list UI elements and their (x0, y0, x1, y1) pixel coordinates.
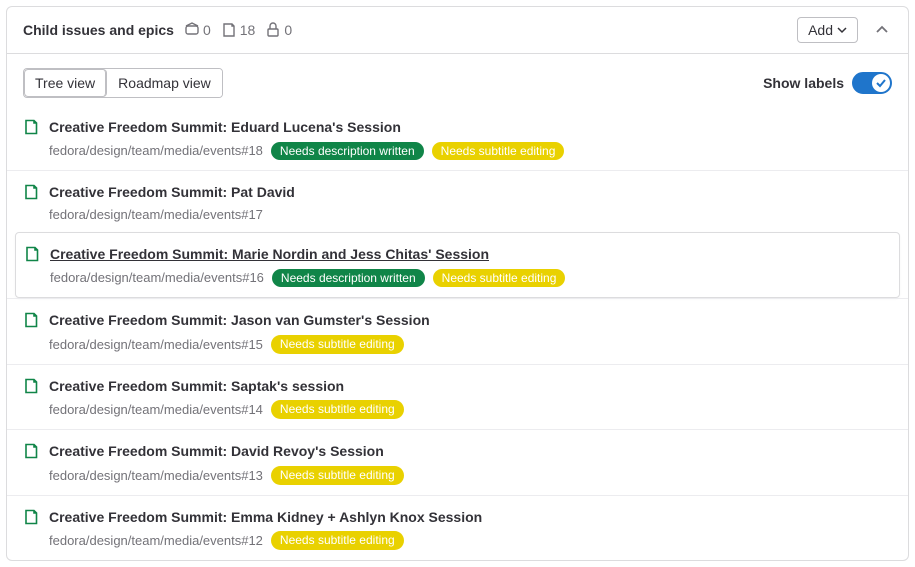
issue-item[interactable]: Creative Freedom Summit: Saptak's sessio… (7, 364, 908, 429)
show-labels-control: Show labels (763, 72, 892, 94)
issue-open-icon (23, 509, 39, 525)
tab-tree-view[interactable]: Tree view (24, 69, 107, 97)
issue-ref[interactable]: fedora/design/team/media/events#13 (49, 468, 263, 483)
issue-meta: fedora/design/team/media/events#18 Needs … (49, 142, 892, 161)
label-needs-subtitle[interactable]: Needs subtitle editing (433, 269, 566, 288)
epic-count-value: 0 (203, 22, 211, 38)
issue-ref[interactable]: fedora/design/team/media/events#14 (49, 402, 263, 417)
label-needs-subtitle[interactable]: Needs subtitle editing (271, 531, 404, 550)
issue-title[interactable]: Creative Freedom Summit: Marie Nordin an… (50, 246, 489, 262)
issue-title[interactable]: Creative Freedom Summit: Emma Kidney + A… (49, 509, 482, 525)
issue-item[interactable]: Creative Freedom Summit: Marie Nordin an… (15, 232, 900, 298)
issue-open-icon (23, 312, 39, 328)
issue-body: Creative Freedom Summit: Saptak's sessio… (49, 377, 892, 419)
issue-body: Creative Freedom Summit: David Revoy's S… (49, 442, 892, 484)
collapse-button[interactable] (872, 20, 892, 40)
issue-list: Creative Freedom Summit: Eduard Lucena's… (7, 106, 908, 560)
panel-title: Child issues and epics (23, 22, 174, 38)
issue-meta: fedora/design/team/media/events#12 Needs … (49, 531, 892, 550)
label-needs-description[interactable]: Needs description written (271, 142, 424, 161)
issue-body: Creative Freedom Summit: Marie Nordin an… (50, 245, 891, 287)
closed-count-value: 0 (284, 22, 292, 38)
issue-meta: fedora/design/team/media/events#15 Needs … (49, 335, 892, 354)
issue-meta: fedora/design/team/media/events#13 Needs … (49, 466, 892, 485)
issue-title[interactable]: Creative Freedom Summit: Pat David (49, 184, 295, 200)
issue-item[interactable]: Creative Freedom Summit: Eduard Lucena's… (7, 106, 908, 170)
issue-open-icon (23, 443, 39, 459)
label-needs-subtitle[interactable]: Needs subtitle editing (432, 142, 565, 161)
closed-count[interactable]: 0 (265, 22, 292, 38)
toggle-knob (872, 74, 890, 92)
issue-meta: fedora/design/team/media/events#14 Needs … (49, 400, 892, 419)
issue-body: Creative Freedom Summit: Pat David fedora… (49, 183, 892, 222)
issue-body: Creative Freedom Summit: Eduard Lucena's… (49, 118, 892, 160)
issue-title[interactable]: Creative Freedom Summit: Saptak's sessio… (49, 378, 344, 394)
panel-header: Child issues and epics 0 18 0 Add (7, 7, 908, 54)
issue-ref[interactable]: fedora/design/team/media/events#18 (49, 143, 263, 158)
add-button[interactable]: Add (797, 17, 858, 43)
label-needs-subtitle[interactable]: Needs subtitle editing (271, 466, 404, 485)
toolbar: Tree view Roadmap view Show labels (7, 54, 908, 106)
label-needs-description[interactable]: Needs description written (272, 269, 425, 288)
issue-ref[interactable]: fedora/design/team/media/events#12 (49, 533, 263, 548)
issue-ref[interactable]: fedora/design/team/media/events#16 (50, 270, 264, 285)
issue-open-icon (23, 119, 39, 135)
view-tabs: Tree view Roadmap view (23, 68, 223, 98)
show-labels-toggle[interactable] (852, 72, 892, 94)
check-icon (876, 78, 886, 88)
issue-body: Creative Freedom Summit: Jason van Gumst… (49, 311, 892, 353)
issue-meta: fedora/design/team/media/events#16 Needs … (50, 269, 891, 288)
issue-title[interactable]: Creative Freedom Summit: David Revoy's S… (49, 443, 384, 459)
issue-meta: fedora/design/team/media/events#17 (49, 207, 892, 222)
issue-count[interactable]: 18 (221, 22, 256, 38)
issue-title[interactable]: Creative Freedom Summit: Jason van Gumst… (49, 312, 430, 328)
issue-body: Creative Freedom Summit: Emma Kidney + A… (49, 508, 892, 550)
label-needs-subtitle[interactable]: Needs subtitle editing (271, 335, 404, 354)
issue-item[interactable]: Creative Freedom Summit: Jason van Gumst… (7, 298, 908, 363)
closed-icon (265, 22, 281, 38)
issue-icon (221, 22, 237, 38)
counts-group: 0 18 0 (184, 22, 292, 38)
epic-icon (184, 22, 200, 38)
issue-open-icon (23, 184, 39, 200)
issue-title[interactable]: Creative Freedom Summit: Eduard Lucena's… (49, 119, 401, 135)
chevron-down-icon (837, 25, 847, 35)
show-labels-text: Show labels (763, 75, 844, 91)
epic-count[interactable]: 0 (184, 22, 211, 38)
issue-item[interactable]: Creative Freedom Summit: David Revoy's S… (7, 429, 908, 494)
issue-open-icon (23, 378, 39, 394)
issue-item[interactable]: Creative Freedom Summit: Pat David fedora… (7, 170, 908, 232)
issue-ref[interactable]: fedora/design/team/media/events#15 (49, 337, 263, 352)
chevron-up-icon (875, 23, 889, 37)
add-button-label: Add (808, 22, 833, 38)
issue-ref[interactable]: fedora/design/team/media/events#17 (49, 207, 263, 222)
child-issues-panel: Child issues and epics 0 18 0 Add (6, 6, 909, 561)
tab-roadmap-view[interactable]: Roadmap view (107, 69, 222, 97)
issue-open-icon (24, 246, 40, 262)
issue-item[interactable]: Creative Freedom Summit: Emma Kidney + A… (7, 495, 908, 560)
label-needs-subtitle[interactable]: Needs subtitle editing (271, 400, 404, 419)
issue-count-value: 18 (240, 22, 256, 38)
